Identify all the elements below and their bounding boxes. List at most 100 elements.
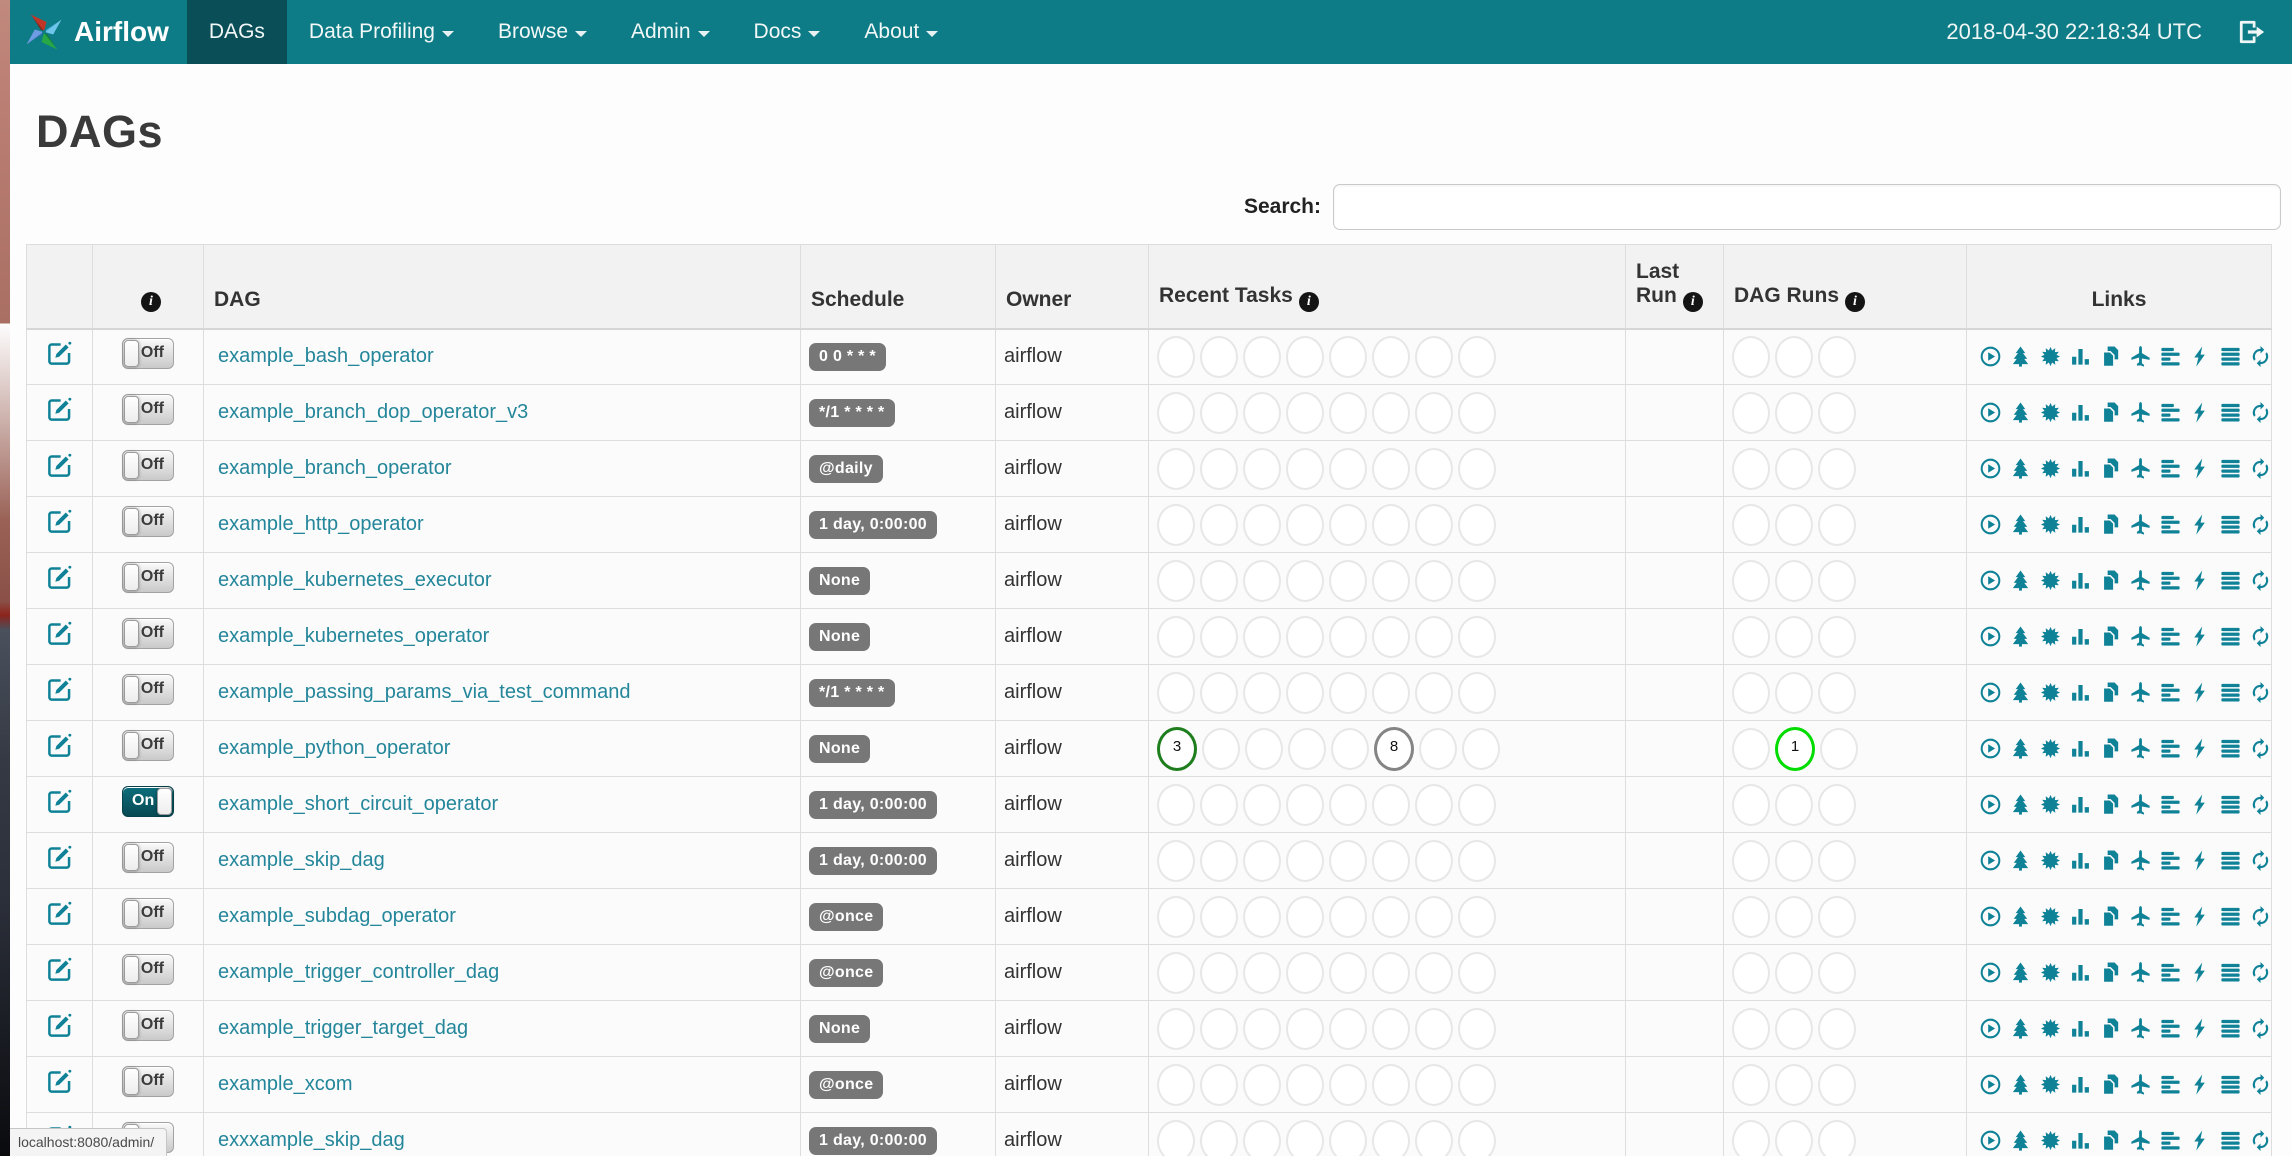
refresh-icon[interactable] [2249,345,2271,368]
task-duration-icon[interactable] [2069,1017,2092,1040]
recent-task-circle[interactable] [1286,1007,1324,1050]
recent-task-circle[interactable] [1286,671,1324,714]
gantt-icon[interactable] [2159,905,2182,928]
gantt-icon[interactable] [2159,457,2182,480]
dag-pause-toggle[interactable]: Off [122,618,174,649]
graph-view-icon[interactable] [2039,1073,2062,1096]
refresh-icon[interactable] [2249,681,2271,704]
gantt-icon[interactable] [2159,1129,2182,1152]
recent-task-circle[interactable] [1415,951,1453,994]
graph-view-icon[interactable] [2039,401,2062,424]
dag-run-circle[interactable] [1818,1007,1856,1050]
landing-times-icon[interactable] [2129,905,2152,928]
landing-times-icon[interactable] [2129,961,2152,984]
edit-dag-icon[interactable] [46,508,73,535]
recent-task-circle[interactable] [1329,391,1367,434]
dag-name-link[interactable]: example_skip_dag [212,849,385,872]
recent-task-circle[interactable] [1458,783,1496,826]
dag-run-circle[interactable] [1775,615,1813,658]
graph-view-icon[interactable] [2039,1129,2062,1152]
gantt-icon[interactable] [2159,625,2182,648]
task-tries-icon[interactable] [2099,681,2122,704]
landing-times-icon[interactable] [2129,849,2152,872]
task-duration-icon[interactable] [2069,625,2092,648]
refresh-icon[interactable] [2249,961,2271,984]
tree-view-icon[interactable] [2009,1017,2032,1040]
code-view-icon[interactable] [2189,793,2212,816]
gantt-icon[interactable] [2159,345,2182,368]
tree-view-icon[interactable] [2009,569,2032,592]
code-view-icon[interactable] [2189,1073,2212,1096]
dag-name-link[interactable]: example_bash_operator [212,345,434,368]
recent-task-circle[interactable] [1200,1007,1238,1050]
graph-view-icon[interactable] [2039,569,2062,592]
code-view-icon[interactable] [2189,849,2212,872]
dag-run-circle[interactable] [1775,783,1813,826]
dag-name-link[interactable]: example_short_circuit_operator [212,793,498,816]
task-duration-icon[interactable] [2069,345,2092,368]
recent-task-circle[interactable] [1286,503,1324,546]
tree-view-icon[interactable] [2009,961,2032,984]
refresh-icon[interactable] [2249,1129,2271,1152]
landing-times-icon[interactable] [2129,401,2152,424]
code-view-icon[interactable] [2189,457,2212,480]
recent-task-circle[interactable] [1372,839,1410,882]
tree-view-icon[interactable] [2009,1073,2032,1096]
dag-run-circle[interactable] [1732,727,1770,770]
gantt-icon[interactable] [2159,737,2182,760]
code-view-icon[interactable] [2189,737,2212,760]
graph-view-icon[interactable] [2039,457,2062,480]
recent-task-circle[interactable] [1157,447,1195,490]
refresh-icon[interactable] [2249,625,2271,648]
gantt-icon[interactable] [2159,513,2182,536]
graph-view-icon[interactable] [2039,793,2062,816]
dag-run-circle[interactable] [1732,615,1770,658]
gantt-icon[interactable] [2159,1017,2182,1040]
task-duration-icon[interactable] [2069,569,2092,592]
dag-run-circle[interactable] [1818,335,1856,378]
recent-task-circle[interactable] [1458,503,1496,546]
graph-view-icon[interactable] [2039,961,2062,984]
trigger-dag-icon[interactable] [1979,1129,2002,1152]
recent-task-circle[interactable] [1415,447,1453,490]
tree-view-icon[interactable] [2009,905,2032,928]
dag-pause-toggle[interactable]: Off [122,954,174,985]
recent-task-circle[interactable] [1372,671,1410,714]
refresh-icon[interactable] [2249,569,2271,592]
dag-run-circle[interactable] [1732,1007,1770,1050]
dag-pause-toggle[interactable]: Off [122,562,174,593]
dag-run-circle[interactable] [1732,447,1770,490]
task-duration-icon[interactable] [2069,1073,2092,1096]
task-tries-icon[interactable] [2099,1017,2122,1040]
trigger-dag-icon[interactable] [1979,793,2002,816]
recent-task-circle[interactable] [1243,503,1281,546]
edit-dag-icon[interactable] [46,1068,73,1095]
code-view-icon[interactable] [2189,625,2212,648]
task-tries-icon[interactable] [2099,401,2122,424]
dag-run-circle[interactable] [1775,391,1813,434]
recent-task-circle[interactable] [1157,335,1195,378]
dag-name-link[interactable]: example_python_operator [212,737,450,760]
dag-pause-toggle[interactable]: Off [122,506,174,537]
recent-task-circle[interactable] [1243,391,1281,434]
gantt-icon[interactable] [2159,569,2182,592]
nav-item-dags[interactable]: DAGs [186,0,287,64]
dag-pause-toggle[interactable]: Off [122,730,174,761]
dag-run-circle[interactable] [1732,783,1770,826]
dag-run-circle[interactable] [1775,1063,1813,1106]
code-view-icon[interactable] [2189,681,2212,704]
recent-task-circle[interactable] [1329,335,1367,378]
sign-out-icon[interactable] [2236,17,2266,47]
recent-task-circle[interactable] [1415,559,1453,602]
dag-run-circle[interactable] [1775,951,1813,994]
tree-view-icon[interactable] [2009,457,2032,480]
dag-run-circle[interactable] [1732,503,1770,546]
dag-run-circle[interactable] [1818,503,1856,546]
dag-run-circle[interactable] [1818,895,1856,938]
recent-task-circle[interactable] [1329,951,1367,994]
recent-task-circle[interactable] [1157,671,1195,714]
dag-run-circle[interactable] [1732,559,1770,602]
recent-task-circle[interactable] [1157,615,1195,658]
tree-view-icon[interactable] [2009,737,2032,760]
recent-task-circle[interactable] [1372,391,1410,434]
